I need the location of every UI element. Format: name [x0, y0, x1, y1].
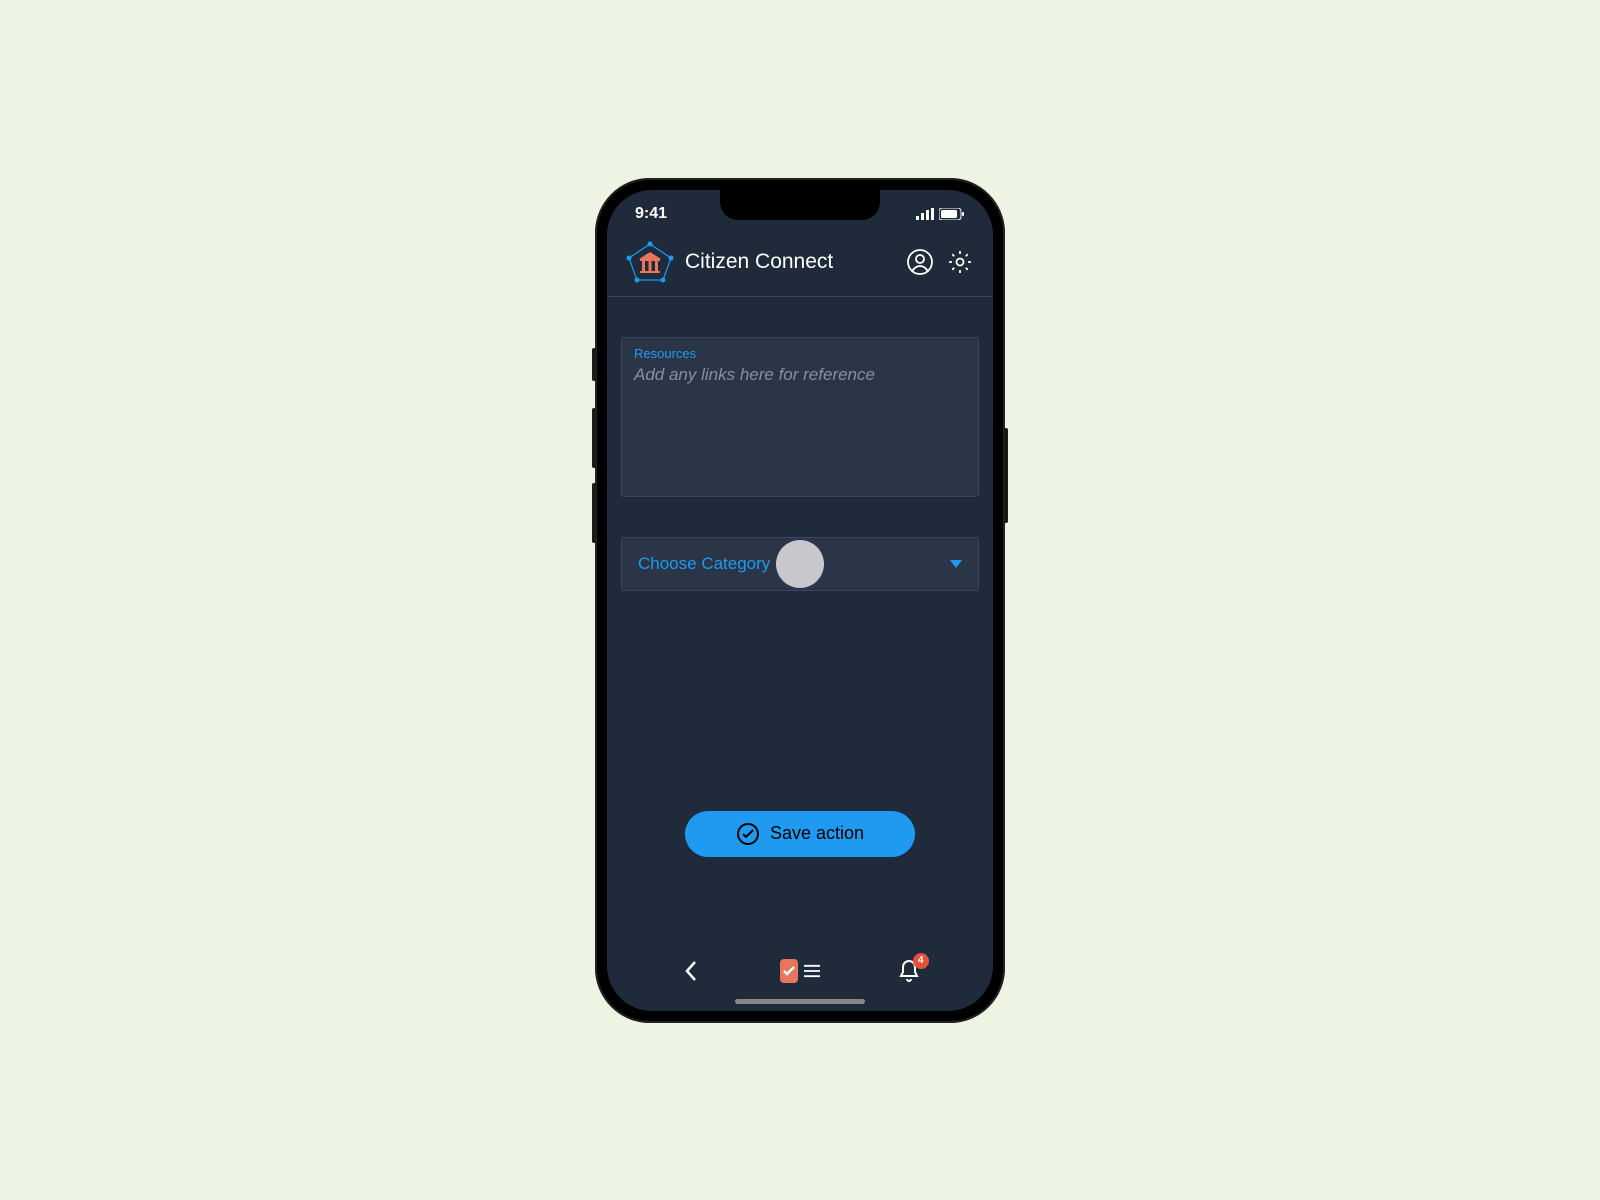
gear-icon [946, 248, 974, 276]
save-button-label: Save action [770, 823, 864, 844]
back-button[interactable] [671, 951, 711, 991]
menu-icon [804, 962, 820, 980]
status-right [916, 208, 965, 220]
status-time: 9:41 [635, 205, 667, 223]
home-indicator[interactable] [735, 999, 865, 1004]
category-select[interactable]: Choose Category [621, 537, 979, 591]
volume-down-button [592, 483, 596, 543]
battery-icon [939, 208, 965, 220]
notification-badge: 4 [913, 953, 929, 969]
user-circle-icon [906, 248, 934, 276]
notifications-button[interactable]: 4 [889, 951, 929, 991]
profile-button[interactable] [905, 247, 935, 277]
phone-frame: 9:41 Citizen Conne [595, 178, 1005, 1023]
category-label: Choose Category [638, 554, 770, 574]
app-logo-icon [625, 240, 675, 284]
notch [720, 190, 880, 220]
cellular-icon [916, 208, 934, 220]
app-header: Citizen Connect [607, 230, 993, 297]
check-circle-icon [736, 822, 760, 846]
tasks-button[interactable] [780, 951, 820, 991]
resources-textarea[interactable]: Resources Add any links here for referen… [621, 337, 979, 497]
chevron-left-icon [684, 960, 698, 982]
chevron-down-icon [950, 555, 962, 573]
resources-label: Resources [634, 346, 966, 361]
checkbox-icon [780, 959, 798, 983]
content-area: Resources Add any links here for referen… [607, 297, 993, 941]
app-title: Citizen Connect [685, 250, 895, 274]
screen: 9:41 Citizen Conne [607, 190, 993, 1011]
save-action-button[interactable]: Save action [685, 811, 915, 857]
resources-placeholder: Add any links here for reference [634, 365, 966, 385]
volume-up-button [592, 408, 596, 468]
side-button [592, 348, 596, 381]
power-button [1004, 428, 1008, 523]
touch-indicator-icon [776, 540, 824, 588]
settings-button[interactable] [945, 247, 975, 277]
